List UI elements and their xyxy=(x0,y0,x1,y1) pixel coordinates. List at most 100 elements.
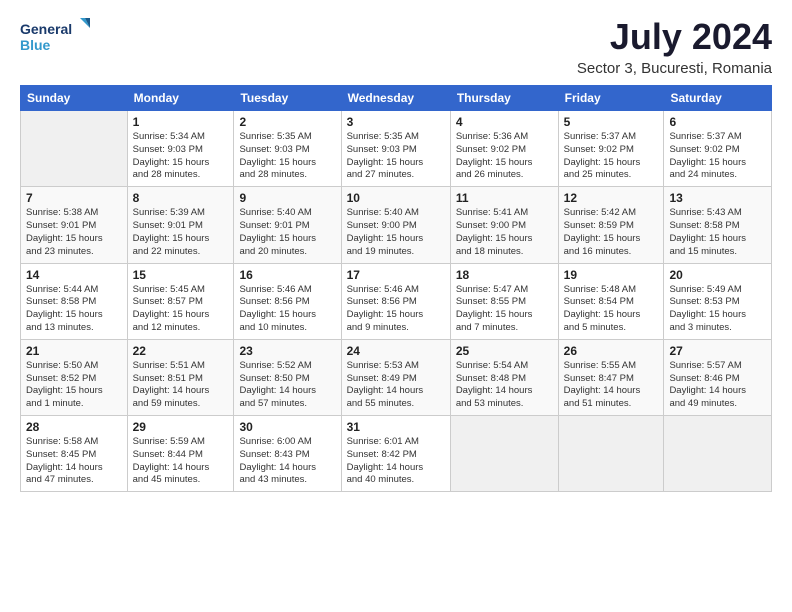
day-info: Sunrise: 5:37 AM Sunset: 9:02 PM Dayligh… xyxy=(564,131,659,182)
table-row: 9 Sunrise: 5:40 AM Sunset: 9:01 PM Daylig… xyxy=(234,187,341,263)
day-info: Sunrise: 5:49 AM Sunset: 8:53 PM Dayligh… xyxy=(669,284,766,335)
day-number: 10 xyxy=(347,191,445,205)
day-number: 2 xyxy=(239,115,335,129)
day-info: Sunrise: 5:53 AM Sunset: 8:49 PM Dayligh… xyxy=(347,360,445,411)
calendar-week-row: 1 Sunrise: 5:34 AM Sunset: 9:03 PM Daylig… xyxy=(21,111,772,187)
day-info: Sunrise: 6:01 AM Sunset: 8:42 PM Dayligh… xyxy=(347,436,445,487)
day-number: 24 xyxy=(347,344,445,358)
day-info: Sunrise: 5:46 AM Sunset: 8:56 PM Dayligh… xyxy=(239,284,335,335)
day-number: 17 xyxy=(347,268,445,282)
col-monday: Monday xyxy=(127,86,234,111)
day-info: Sunrise: 5:34 AM Sunset: 9:03 PM Dayligh… xyxy=(133,131,229,182)
table-row: 10Sunrise: 5:40 AM Sunset: 9:00 PM Dayli… xyxy=(341,187,450,263)
svg-text:General: General xyxy=(20,21,72,37)
day-number: 25 xyxy=(456,344,553,358)
col-thursday: Thursday xyxy=(450,86,558,111)
day-number: 5 xyxy=(564,115,659,129)
day-number: 28 xyxy=(26,420,122,434)
day-number: 27 xyxy=(669,344,766,358)
table-row: 17Sunrise: 5:46 AM Sunset: 8:56 PM Dayli… xyxy=(341,263,450,339)
table-row: 1 Sunrise: 5:34 AM Sunset: 9:03 PM Daylig… xyxy=(127,111,234,187)
table-row: 14 Sunrise: 5:44 AM Sunset: 8:58 PM Dayli… xyxy=(21,263,128,339)
table-row: 8 Sunrise: 5:39 AM Sunset: 9:01 PM Daylig… xyxy=(127,187,234,263)
table-row: 23Sunrise: 5:52 AM Sunset: 8:50 PM Dayli… xyxy=(234,339,341,415)
table-row: 20 Sunrise: 5:49 AM Sunset: 8:53 PM Dayli… xyxy=(664,263,772,339)
day-info: Sunrise: 5:43 AM Sunset: 8:58 PM Dayligh… xyxy=(669,207,766,258)
table-row: 24 Sunrise: 5:53 AM Sunset: 8:49 PM Dayli… xyxy=(341,339,450,415)
day-number: 12 xyxy=(564,191,659,205)
day-number: 6 xyxy=(669,115,766,129)
table-row: 30Sunrise: 6:00 AM Sunset: 8:43 PM Dayli… xyxy=(234,416,341,492)
day-number: 20 xyxy=(669,268,766,282)
calendar-week-row: 14 Sunrise: 5:44 AM Sunset: 8:58 PM Dayli… xyxy=(21,263,772,339)
day-info: Sunrise: 5:36 AM Sunset: 9:02 PM Dayligh… xyxy=(456,131,553,182)
day-info: Sunrise: 5:37 AM Sunset: 9:02 PM Dayligh… xyxy=(669,131,766,182)
table-row: 28 Sunrise: 5:58 AM Sunset: 8:45 PM Dayli… xyxy=(21,416,128,492)
day-info: Sunrise: 5:52 AM Sunset: 8:50 PM Dayligh… xyxy=(239,360,335,411)
day-number: 3 xyxy=(347,115,445,129)
header: General Blue July 2024 Sector 3, Bucures… xyxy=(20,16,772,77)
day-info: Sunrise: 5:51 AM Sunset: 8:51 PM Dayligh… xyxy=(133,360,229,411)
day-number: 4 xyxy=(456,115,553,129)
table-row: 19 Sunrise: 5:48 AM Sunset: 8:54 PM Dayli… xyxy=(558,263,664,339)
day-info: Sunrise: 5:40 AM Sunset: 9:01 PM Dayligh… xyxy=(239,207,335,258)
title-section: July 2024 Sector 3, Bucuresti, Romania xyxy=(577,16,772,77)
col-wednesday: Wednesday xyxy=(341,86,450,111)
table-row: 6 Sunrise: 5:37 AM Sunset: 9:02 PM Daylig… xyxy=(664,111,772,187)
svg-text:Blue: Blue xyxy=(20,37,51,53)
calendar-table: Sunday Monday Tuesday Wednesday Thursday… xyxy=(20,85,772,492)
table-row xyxy=(558,416,664,492)
logo: General Blue xyxy=(20,16,92,60)
day-info: Sunrise: 5:42 AM Sunset: 8:59 PM Dayligh… xyxy=(564,207,659,258)
table-row: 27 Sunrise: 5:57 AM Sunset: 8:46 PM Dayli… xyxy=(664,339,772,415)
month-title: July 2024 xyxy=(577,16,772,58)
day-number: 26 xyxy=(564,344,659,358)
day-number: 21 xyxy=(26,344,122,358)
day-info: Sunrise: 5:58 AM Sunset: 8:45 PM Dayligh… xyxy=(26,436,122,487)
logo-svg: General Blue xyxy=(20,16,92,60)
col-saturday: Saturday xyxy=(664,86,772,111)
calendar-week-row: 21Sunrise: 5:50 AM Sunset: 8:52 PM Dayli… xyxy=(21,339,772,415)
day-number: 15 xyxy=(133,268,229,282)
table-row: 13 Sunrise: 5:43 AM Sunset: 8:58 PM Dayli… xyxy=(664,187,772,263)
day-number: 13 xyxy=(669,191,766,205)
day-info: Sunrise: 5:55 AM Sunset: 8:47 PM Dayligh… xyxy=(564,360,659,411)
day-info: Sunrise: 5:39 AM Sunset: 9:01 PM Dayligh… xyxy=(133,207,229,258)
day-info: Sunrise: 5:44 AM Sunset: 8:58 PM Dayligh… xyxy=(26,284,122,335)
day-number: 7 xyxy=(26,191,122,205)
table-row: 5 Sunrise: 5:37 AM Sunset: 9:02 PM Daylig… xyxy=(558,111,664,187)
table-row: 4 Sunrise: 5:36 AM Sunset: 9:02 PM Daylig… xyxy=(450,111,558,187)
calendar-header-row: Sunday Monday Tuesday Wednesday Thursday… xyxy=(21,86,772,111)
day-info: Sunrise: 5:54 AM Sunset: 8:48 PM Dayligh… xyxy=(456,360,553,411)
table-row: 11 Sunrise: 5:41 AM Sunset: 9:00 PM Dayli… xyxy=(450,187,558,263)
day-info: Sunrise: 6:00 AM Sunset: 8:43 PM Dayligh… xyxy=(239,436,335,487)
table-row: 15 Sunrise: 5:45 AM Sunset: 8:57 PM Dayli… xyxy=(127,263,234,339)
day-info: Sunrise: 5:45 AM Sunset: 8:57 PM Dayligh… xyxy=(133,284,229,335)
table-row: 18 Sunrise: 5:47 AM Sunset: 8:55 PM Dayli… xyxy=(450,263,558,339)
day-number: 19 xyxy=(564,268,659,282)
day-info: Sunrise: 5:48 AM Sunset: 8:54 PM Dayligh… xyxy=(564,284,659,335)
day-info: Sunrise: 5:38 AM Sunset: 9:01 PM Dayligh… xyxy=(26,207,122,258)
day-number: 8 xyxy=(133,191,229,205)
day-info: Sunrise: 5:59 AM Sunset: 8:44 PM Dayligh… xyxy=(133,436,229,487)
col-sunday: Sunday xyxy=(21,86,128,111)
table-row: 31Sunrise: 6:01 AM Sunset: 8:42 PM Dayli… xyxy=(341,416,450,492)
day-number: 1 xyxy=(133,115,229,129)
table-row: 3 Sunrise: 5:35 AM Sunset: 9:03 PM Daylig… xyxy=(341,111,450,187)
table-row: 12 Sunrise: 5:42 AM Sunset: 8:59 PM Dayli… xyxy=(558,187,664,263)
day-number: 9 xyxy=(239,191,335,205)
day-info: Sunrise: 5:35 AM Sunset: 9:03 PM Dayligh… xyxy=(347,131,445,182)
table-row: 25 Sunrise: 5:54 AM Sunset: 8:48 PM Dayli… xyxy=(450,339,558,415)
page: General Blue July 2024 Sector 3, Bucures… xyxy=(0,0,792,612)
day-info: Sunrise: 5:35 AM Sunset: 9:03 PM Dayligh… xyxy=(239,131,335,182)
day-info: Sunrise: 5:57 AM Sunset: 8:46 PM Dayligh… xyxy=(669,360,766,411)
day-info: Sunrise: 5:41 AM Sunset: 9:00 PM Dayligh… xyxy=(456,207,553,258)
day-number: 14 xyxy=(26,268,122,282)
day-number: 18 xyxy=(456,268,553,282)
table-row: 29Sunrise: 5:59 AM Sunset: 8:44 PM Dayli… xyxy=(127,416,234,492)
table-row xyxy=(664,416,772,492)
table-row xyxy=(21,111,128,187)
day-number: 16 xyxy=(239,268,335,282)
day-info: Sunrise: 5:47 AM Sunset: 8:55 PM Dayligh… xyxy=(456,284,553,335)
day-number: 11 xyxy=(456,191,553,205)
